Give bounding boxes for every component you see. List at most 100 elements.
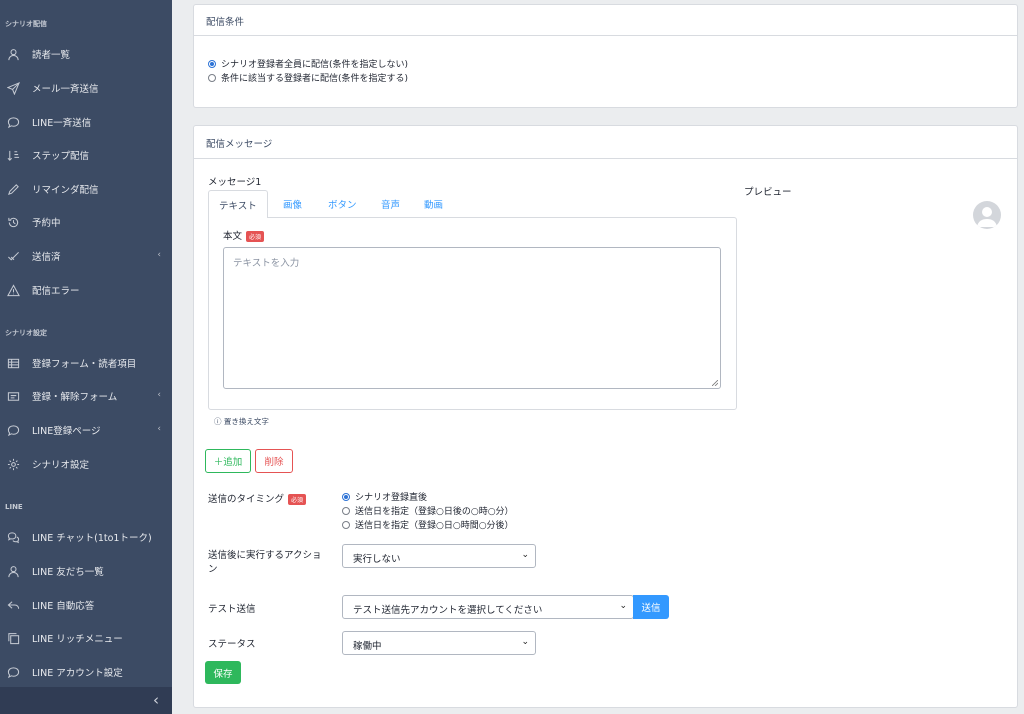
sidebar-item-label: LINE 自動応答 — [32, 601, 95, 612]
sidebar-item-scheduled[interactable]: 予約中 — [0, 207, 172, 237]
avatar-icon — [977, 207, 997, 227]
action-select[interactable]: 実行しない ⌄ — [342, 544, 536, 568]
preview-label: プレビュー — [744, 187, 792, 198]
replace-text-label: 置き換え文字 — [223, 417, 269, 426]
sidebar-item-step-delivery[interactable]: ステップ配信 — [0, 140, 172, 170]
action-select-value: 実行しない — [353, 554, 401, 565]
sidebar-item-label: LINE一斉送信 — [32, 118, 92, 129]
delivery-conditions-card: 配信条件 シナリオ登録者全員に配信(条件を指定しない) 条件に該当する登録者に配… — [193, 4, 1018, 108]
radio-label: 送信日を指定（登録○日○時間○分後） — [355, 521, 514, 531]
sidebar-item-label: LINE 友だち一覧 — [32, 567, 104, 578]
status-select[interactable]: 稼働中 ⌄ — [342, 631, 536, 655]
timing-label-text: 送信のタイミング — [208, 494, 285, 505]
sidebar-section-line: LINE — [5, 503, 23, 511]
sidebar-item-label: メール一斉送信 — [32, 84, 99, 95]
timing-option-date-time[interactable]: 送信日を指定（登録○日後の○時○分） — [342, 504, 514, 517]
copy-icon — [6, 631, 20, 645]
gear-icon — [6, 457, 20, 471]
sidebar-item-line-account-settings[interactable]: LINE アカウント設定 — [0, 657, 172, 687]
sidebar-item-label: LINE登録ページ — [32, 426, 101, 437]
delivery-message-card: 配信メッセージ メッセージ1 プレビュー テキスト 画像 ボタン 音声 動画 本… — [193, 125, 1018, 708]
warning-icon — [6, 283, 20, 297]
sidebar-item-reminder[interactable]: リマインダ配信 — [0, 174, 172, 204]
sidebar-item-label: 登録・解除フォーム — [32, 392, 118, 403]
user-icon — [6, 47, 20, 61]
delete-button[interactable]: 削除 — [255, 449, 293, 473]
send-test-button[interactable]: 送信 — [633, 595, 669, 619]
pencil-icon — [6, 182, 20, 196]
sidebar-item-label: 読者一覧 — [32, 50, 71, 61]
radio-button[interactable] — [208, 73, 216, 82]
info-icon: ⓘ — [214, 417, 222, 426]
card-title: 配信メッセージ — [194, 126, 1017, 159]
sidebar-item-line-auto-reply[interactable]: LINE 自動応答 — [0, 590, 172, 620]
replace-text-hint[interactable]: ⓘ 置き換え文字 — [214, 416, 269, 427]
sidebar-item-mail-broadcast[interactable]: メール一斉送信 — [0, 73, 172, 103]
check-icon — [6, 249, 20, 263]
sidebar-item-label: 配信エラー — [32, 286, 80, 297]
sidebar-item-register-unsubscribe-form[interactable]: 登録・解除フォーム ‹ — [0, 381, 172, 411]
sidebar-item-readers[interactable]: 読者一覧 — [0, 39, 172, 69]
body-label: 本文 必須 — [223, 228, 265, 242]
chevron-left-icon: ‹ — [157, 390, 161, 400]
sidebar-item-scenario-settings[interactable]: シナリオ設定 — [0, 449, 172, 479]
tab-text[interactable]: テキスト — [208, 190, 268, 218]
sidebar-item-label: 登録フォーム・読者項目 — [32, 359, 137, 370]
chevron-down-icon: ⌄ — [619, 601, 627, 611]
sidebar-item-label: 送信済 — [32, 252, 61, 263]
test-account-select[interactable]: テスト送信先アカウントを選択してください ⌄ — [342, 595, 634, 619]
chevron-down-icon: ⌄ — [521, 550, 529, 560]
sidebar-item-label: LINE リッチメニュー — [32, 634, 123, 645]
sort-icon — [6, 148, 20, 162]
chat-icon — [6, 665, 20, 679]
timing-option-elapsed[interactable]: 送信日を指定（登録○日○時間○分後） — [342, 518, 514, 531]
condition-option-all[interactable]: シナリオ登録者全員に配信(条件を指定しない) — [208, 57, 408, 70]
user-icon — [6, 564, 20, 578]
radio-button[interactable] — [342, 520, 350, 529]
form-icon — [6, 389, 20, 403]
radio-button[interactable] — [342, 506, 350, 515]
save-button[interactable]: 保存 — [205, 661, 241, 684]
sidebar-item-line-rich-menu[interactable]: LINE リッチメニュー — [0, 623, 172, 653]
tab-video[interactable]: 動画 — [424, 197, 443, 211]
sidebar-item-label: LINE チャット(1to1トーク) — [32, 533, 152, 544]
sidebar-item-delivery-error[interactable]: 配信エラー — [0, 275, 172, 305]
sidebar-item-line-registration-page[interactable]: LINE登録ページ ‹ — [0, 415, 172, 445]
radio-button[interactable] — [342, 492, 350, 501]
reply-icon — [6, 598, 20, 612]
timing-label: 送信のタイミング 必須 — [208, 491, 307, 505]
sidebar-item-registration-form[interactable]: 登録フォーム・読者項目 — [0, 348, 172, 378]
chat-icon — [6, 423, 20, 437]
chat-icon — [6, 115, 20, 129]
chevron-left-icon: ‹ — [157, 250, 161, 260]
chevron-left-icon: ‹ — [157, 424, 161, 434]
sidebar-section-scenario-settings: シナリオ設定 — [5, 329, 47, 337]
sidebar-item-sent[interactable]: 送信済 ‹ — [0, 241, 172, 271]
timing-option-immediate[interactable]: シナリオ登録直後 — [342, 490, 427, 503]
radio-label: 送信日を指定（登録○日後の○時○分） — [355, 507, 514, 517]
add-button[interactable]: ＋追加 — [205, 449, 251, 473]
chevron-left-icon: ‹ — [153, 691, 159, 709]
required-badge: 必須 — [288, 494, 307, 505]
sidebar-item-label: シナリオ設定 — [32, 460, 90, 471]
radio-label: 条件に該当する登録者に配信(条件を指定する) — [221, 74, 409, 84]
sidebar: シナリオ配信 読者一覧 メール一斉送信 LINE一斉送信 ステップ配信 リマイン… — [0, 0, 172, 714]
tab-audio[interactable]: 音声 — [381, 197, 400, 211]
textarea-placeholder: テキストを入力 — [233, 258, 300, 269]
condition-option-filtered[interactable]: 条件に該当する登録者に配信(条件を指定する) — [208, 71, 408, 84]
tab-image[interactable]: 画像 — [283, 197, 302, 211]
sidebar-minimizer[interactable]: ‹ — [0, 687, 172, 714]
tab-button[interactable]: ボタン — [328, 197, 357, 211]
test-account-select-value: テスト送信先アカウントを選択してください — [353, 605, 543, 616]
avatar — [973, 201, 1001, 229]
sidebar-item-line-chat[interactable]: LINE チャット(1to1トーク) — [0, 522, 172, 552]
sidebar-item-label: 予約中 — [32, 218, 61, 229]
sidebar-item-line-broadcast[interactable]: LINE一斉送信 — [0, 107, 172, 137]
resize-handle-icon — [712, 380, 718, 386]
radio-button[interactable] — [208, 59, 216, 68]
required-badge: 必須 — [246, 231, 265, 242]
sidebar-item-label: LINE アカウント設定 — [32, 668, 123, 679]
message-textarea[interactable]: テキストを入力 — [223, 247, 721, 389]
sidebar-item-line-friends[interactable]: LINE 友だち一覧 — [0, 556, 172, 586]
radio-label: シナリオ登録直後 — [355, 493, 428, 503]
